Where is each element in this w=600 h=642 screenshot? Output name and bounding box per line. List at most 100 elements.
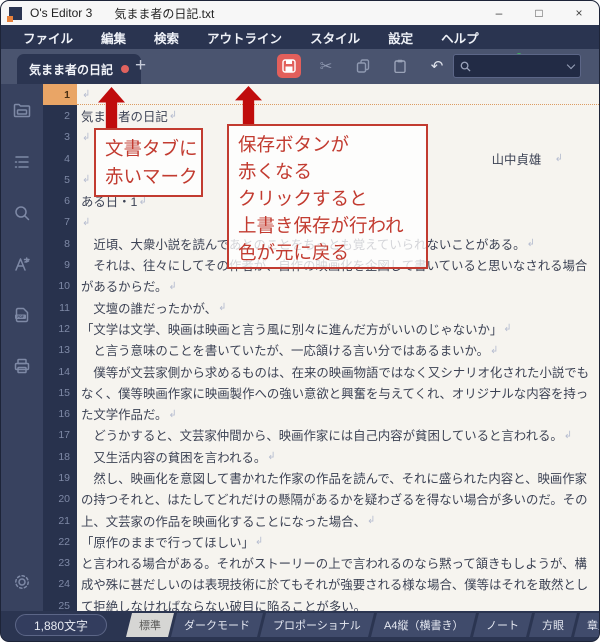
undo-button[interactable]: ↶ — [425, 54, 449, 78]
line-text: 文壇の誰だったかが、 — [81, 301, 218, 316]
mode-tab[interactable]: 章立て — [574, 613, 599, 637]
line-break-icon: ↲ — [267, 451, 276, 463]
cut-button[interactable]: ✂ — [314, 54, 338, 78]
line-number: 4 — [43, 147, 77, 170]
menu-item[interactable]: 設定 — [374, 28, 427, 47]
new-tab-button[interactable]: + — [135, 55, 146, 77]
line-text: 気まま者の日記 — [81, 109, 168, 124]
maximize-button[interactable]: □ — [519, 1, 559, 25]
editor-line: 10 があるからだ。 ↲ — [43, 275, 599, 297]
print-icon[interactable] — [3, 347, 41, 385]
minimize-button[interactable]: – — [479, 1, 519, 25]
line-number: 20 — [43, 488, 77, 510]
pdf-export-icon[interactable]: PDF — [3, 296, 41, 334]
line-number: 15 — [43, 382, 77, 404]
editor-line: 22 「原作のままで行ってほしい」 ↲ — [43, 531, 599, 553]
line-number: 21 — [43, 509, 77, 532]
editor-line: 5 ↲ — [43, 169, 599, 191]
line-text: 上、文芸家の作品を映画化することになった場合、 — [81, 514, 366, 529]
line-number: 5 — [43, 169, 77, 191]
document-tab[interactable]: 気まま者の日記 — [17, 54, 142, 84]
line-number: 11 — [43, 296, 77, 319]
editor-line: 11 文壇の誰だったかが、 ↲ — [43, 296, 599, 319]
line-text: と言われる場合がある。それがストーリーの上で言われるのなら黙って頷きもしようが、… — [81, 557, 587, 572]
editor-line: 3 ↲ — [43, 126, 599, 148]
line-text: 「文学は文学、映画は映画と言う風に別々に進んだ方がいいのじゃないか」 — [81, 322, 503, 337]
line-number: 12 — [43, 318, 77, 340]
search-icon[interactable] — [3, 194, 41, 232]
files-icon[interactable] — [3, 92, 41, 130]
mode-tab[interactable]: ノート — [473, 613, 533, 637]
app-window: O's Editor 3 気まま者の日記.txt – □ × ファイル 編集 検索ア… — [0, 0, 600, 642]
line-number: 3 — [43, 126, 77, 148]
mode-tab[interactable]: 方眼 — [529, 613, 578, 637]
menu-item[interactable]: アウトライン — [193, 28, 296, 47]
line-text: 又生活内容の貧困を言われる。 — [81, 450, 267, 465]
editor-pane[interactable]: 1 ↲ 2 気まま者の日記 ↲ 3 ↲ 4 山中貞雄 ↲ 5 ↲ 6 ある日・1… — [43, 84, 599, 611]
editor-line: 24 成や殊に甚だしいのは表現技術に於てもそれが強要される様な場合、僕等はそれを… — [43, 573, 599, 596]
line-break-icon: ↲ — [168, 408, 177, 420]
menu-item[interactable]: スタイル — [296, 28, 374, 47]
floppy-icon — [282, 59, 296, 73]
menu-item[interactable]: 検索 — [140, 28, 193, 47]
document-tab-label: 気まま者の日記 — [29, 62, 114, 77]
editor-line: 16 た文学作品だ。 ↲ — [43, 403, 599, 425]
editor-line: 4 山中貞雄 ↲ — [43, 147, 599, 170]
char-count-badge[interactable]: 1,880文字 — [15, 614, 107, 636]
line-break-icon: ↲ — [554, 153, 563, 165]
line-text: の持つそれと、はたしてどれだけの懸隔があるかを疑わざるを得ない場合が多いのだ。そ… — [81, 493, 588, 508]
search-icon — [460, 61, 471, 72]
line-number: 24 — [43, 573, 77, 596]
editor-line: 18 又生活内容の貧困を言われる。 ↲ — [43, 446, 599, 468]
mode-tab[interactable]: A4縦（横書き） — [370, 613, 477, 637]
copy-button[interactable] — [351, 54, 375, 78]
svg-text:PDF: PDF — [17, 315, 23, 319]
menu-item[interactable]: ヘルプ — [427, 28, 493, 47]
modified-dot-icon — [121, 65, 130, 73]
menu-item[interactable]: 編集 — [87, 28, 140, 47]
line-break-icon: ↲ — [503, 323, 512, 335]
menu-item[interactable]: ファイル — [9, 28, 87, 47]
mode-tabs: 標準 ダークモード プロポーショナル A4縦（横書き） ノート 方眼 章立て — [126, 613, 599, 637]
mode-tab[interactable]: プロポーショナル — [260, 613, 374, 637]
line-text: ある日・1 — [81, 195, 138, 210]
line-number: 13 — [43, 339, 77, 361]
search-input[interactable] — [476, 60, 563, 72]
line-break-icon: ↲ — [82, 131, 91, 143]
line-number: 8 — [43, 233, 77, 255]
line-text: 「原作のままで行ってほしい」 — [81, 535, 254, 550]
paste-button[interactable] — [388, 54, 412, 78]
line-text: があるからだ。 — [81, 280, 168, 295]
line-text: た文学作品だ。 — [81, 408, 168, 423]
app-title: O's Editor 3 — [30, 6, 93, 20]
editor-line: 15 なく、僕等映画作家に映画製作への強い意欲と興奮を与えてくれ、オリジナルな内… — [43, 382, 599, 404]
scissors-icon: ✂ — [319, 58, 333, 75]
line-number: 16 — [43, 403, 77, 425]
settings-gear-icon[interactable] — [3, 563, 41, 601]
outline-icon[interactable] — [3, 143, 41, 181]
search-box[interactable] — [453, 54, 581, 78]
line-break-icon: ↲ — [82, 216, 91, 228]
line-text: それは、往々にしてその作者が、自作の映画化を企図して書いていると思いなされる場合 — [81, 259, 588, 274]
line-break-icon: ↲ — [490, 344, 499, 356]
line-break-icon: ↲ — [563, 429, 573, 441]
line-text: 成や殊に甚だしいのは表現技術に於てもそれが強要される様な場合、僕等はそれを敢然と… — [81, 578, 589, 593]
activity-bar: PDF — [1, 84, 43, 611]
line-text: なく、僕等映画作家に映画製作への強い意欲と興奮を与えてくれ、オリジナルな内容を持… — [81, 386, 589, 401]
editor-line: 19 然し、映画化を意図して書かれた作家の作品を読んで、それに盛られた内容と、映… — [43, 467, 599, 489]
line-number: 6 — [43, 190, 77, 212]
line-number: 7 — [43, 211, 77, 234]
mode-tab[interactable]: ダークモード — [171, 613, 263, 637]
close-button[interactable]: × — [559, 1, 599, 25]
editor-line: 14 僕等が文芸家側から求めるものは、在来の映画物語ではなく又シナリオ化された小… — [43, 360, 599, 383]
mode-tab[interactable]: 標準 — [126, 613, 174, 637]
chevron-down-icon[interactable] — [566, 60, 576, 69]
editor-line: 25 て拒絶しなければならない破目に陥ることが多い。↲ — [43, 595, 599, 611]
editor-line: 21 上、文芸家の作品を映画化することになった場合、 ↲ — [43, 509, 599, 532]
line-number: 9 — [43, 254, 77, 276]
line-number: 17 — [43, 424, 77, 447]
editor-line: 2 気まま者の日記 ↲ — [43, 105, 599, 127]
font-icon[interactable] — [3, 245, 41, 283]
editor-line: 9 それは、往々にしてその作者が、自作の映画化を企図して書いていると思いなされる… — [43, 254, 599, 276]
save-button[interactable] — [277, 54, 301, 78]
